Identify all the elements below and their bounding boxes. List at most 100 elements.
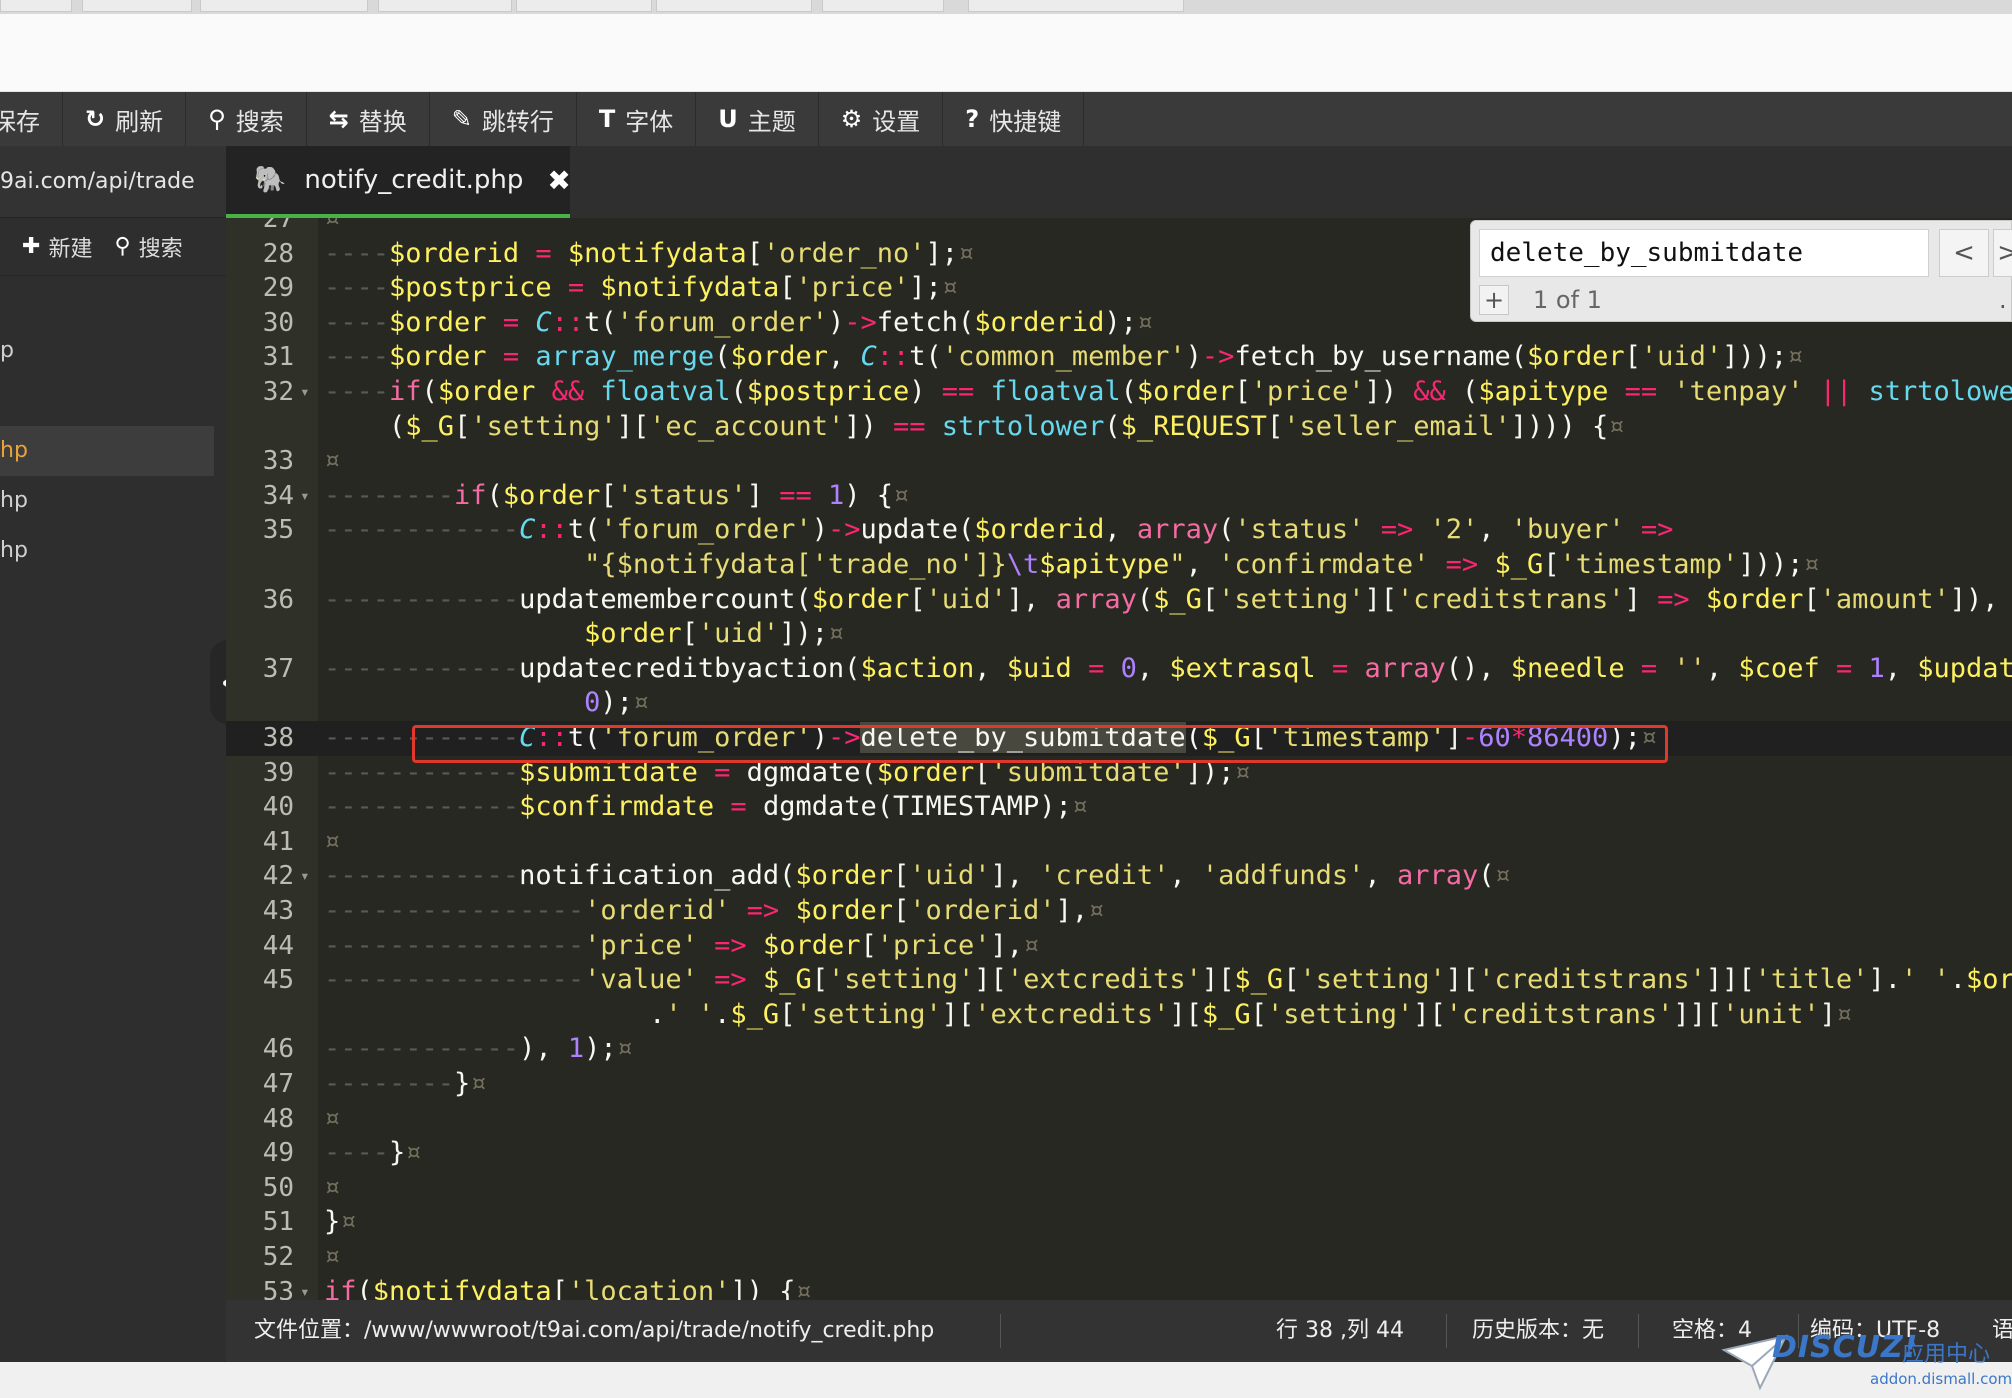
code-text: ¤ (324, 218, 341, 234)
watermark-cn: 应用中心 (1902, 1342, 1991, 1367)
file-list-item[interactable] (0, 276, 226, 326)
code-line[interactable]: 36 ------------updatemembercount($order['… (226, 583, 2012, 618)
code-text: ----$order = array_merge($order, C::t('c… (324, 341, 1804, 373)
code-line[interactable]: 44 ----------------'price' => $order['pri… (226, 929, 2012, 964)
bottom-strip (0, 1362, 2012, 1398)
code-line[interactable]: 40 ------------$confirmdate = dgmdate(TIM… (226, 790, 2012, 825)
file-list-item-active[interactable]: hp (0, 426, 214, 476)
tab-filename: notify_credit.php (304, 165, 524, 195)
code-text: ----$orderid = $notifydata['order_no'];¤ (324, 237, 975, 269)
line-number: 31 (262, 342, 294, 373)
code-text: ($_G['setting']['ec_account']) == strtol… (324, 410, 1625, 442)
file-list-item[interactable]: p (0, 326, 226, 376)
browser-tab[interactable] (82, 0, 192, 12)
code-text: }¤ (324, 1206, 357, 1238)
search-match-highlight (412, 725, 1668, 763)
line-number: 40 (262, 792, 294, 823)
browser-tab[interactable] (656, 0, 812, 12)
code-line[interactable]: 43 ----------------'orderid' => $order['o… (226, 894, 2012, 929)
code-line[interactable]: 37 ------------updatecreditbyaction($acti… (226, 652, 2012, 687)
text-height-icon: T (598, 105, 616, 133)
browser-tab[interactable] (516, 0, 652, 12)
code-line[interactable]: 50 ¤ (226, 1171, 2012, 1206)
code-line[interactable]: 42 ▾ ------------notification_add($order['… (226, 859, 2012, 894)
settings-button[interactable]: ⚙ 设置 (819, 92, 944, 146)
find-prev-button[interactable]: < (1939, 229, 1989, 277)
find-input[interactable]: delete_by_submitdate (1479, 229, 1929, 277)
find-more-button[interactable]: . (1999, 285, 2007, 315)
line-number: 42 (262, 861, 294, 892)
retweet-icon: ⇆ (328, 105, 349, 133)
line-number: 41 (262, 826, 294, 857)
find-next-button[interactable]: > (1993, 229, 2012, 277)
cursor-position[interactable]: 行 38 ,列 44 (1276, 1300, 1404, 1362)
line-number: 28 (262, 238, 294, 269)
code-line[interactable]: $order['uid']);¤ (226, 617, 2012, 652)
sidebar-search-button[interactable]: ⚲ 搜索 (114, 231, 182, 263)
code-line[interactable]: 41 ¤ (226, 825, 2012, 860)
new-file-button[interactable]: ✚ 新建 (22, 231, 92, 263)
code-text: ----------------'orderid' => $order['ord… (324, 895, 1105, 926)
sidebar-path: 9ai.com/api/trade (0, 146, 226, 218)
code-line[interactable]: 52 ¤ (226, 1240, 2012, 1275)
font-button[interactable]: T 字体 (577, 92, 697, 146)
goto-line-button[interactable]: ✎ 跳转行 (430, 92, 577, 146)
theme-button[interactable]: U 主题 (696, 92, 819, 146)
refresh-button[interactable]: ↻ 刷新 (63, 92, 187, 146)
file-list-item[interactable]: hp (0, 526, 226, 576)
code-line[interactable]: 53 ▾ if($notifydata['location']) {¤ (226, 1275, 2012, 1300)
close-tab-icon[interactable]: ✖ (547, 164, 570, 197)
code-line[interactable]: 32 ▾ ----if($order && floatval($postprice)… (226, 375, 2012, 410)
browser-tab[interactable] (378, 0, 512, 12)
search-button[interactable]: ⚲ 搜索 (186, 92, 307, 146)
line-number: 36 (262, 584, 294, 615)
sidebar-actions: ✚ 新建 ⚲ 搜索 (0, 218, 226, 276)
code-line[interactable]: 49 ----}¤ (226, 1136, 2012, 1171)
code-text: ¤ (324, 1102, 341, 1134)
find-options-toggle[interactable]: + (1479, 285, 1509, 315)
save-button[interactable]: 保存 (0, 92, 63, 146)
code-line[interactable]: 47 --------}¤ (226, 1067, 2012, 1102)
shortcuts-button[interactable]: ? 快捷键 (943, 92, 1085, 146)
code-line[interactable]: 34 ▾ --------if($order['status'] == 1) {¤ (226, 479, 2012, 514)
code-line[interactable]: 0);¤ (226, 686, 2012, 721)
tab-notify-credit[interactable]: 🐘 notify_credit.php ✖ (226, 146, 571, 218)
line-number: 47 (262, 1069, 294, 1099)
browser-tab[interactable] (968, 0, 1184, 12)
line-number: 29 (262, 273, 294, 304)
code-line[interactable]: .' '.$_G['setting']['extcredits'][$_G['s… (226, 998, 2012, 1033)
refresh-label: 刷新 (115, 107, 164, 136)
code-text: ----if($order && floatval($postprice) ==… (324, 376, 2012, 407)
browser-tab[interactable] (0, 0, 72, 12)
fold-arrow-icon[interactable]: ▾ (300, 1275, 310, 1300)
fold-arrow-icon[interactable]: ▾ (300, 479, 310, 514)
code-line[interactable]: "{$notifydata['trade_no']}\t$apitype", '… (226, 548, 2012, 583)
file-list-item[interactable]: hp (0, 476, 226, 526)
code-line[interactable]: 51}¤ (226, 1205, 2012, 1240)
code-line[interactable]: 33 ¤ (226, 444, 2012, 479)
code-text: ¤ (324, 825, 341, 857)
code-line[interactable]: ($_G['setting']['ec_account']) == strtol… (226, 410, 2012, 445)
history-version[interactable]: 历史版本：无 (1472, 1300, 1604, 1362)
browser-tab[interactable] (822, 0, 944, 12)
line-number: 50 (262, 1172, 294, 1203)
code-line[interactable]: 48 ¤ (226, 1102, 2012, 1137)
fold-arrow-icon[interactable]: ▾ (300, 859, 310, 894)
code-text: ------------$confirmdate = dgmdate(TIMES… (324, 791, 1089, 823)
find-match-count: 1 of 1 (1533, 286, 1602, 314)
code-text: ------------updatemembercount($order['ui… (324, 583, 2012, 615)
code-line[interactable]: 35 ------------C::t('forum_order')->updat… (226, 513, 2012, 548)
replace-button[interactable]: ⇆ 替换 (307, 92, 430, 146)
file-list-item[interactable] (0, 376, 226, 426)
code-line[interactable]: 45 ----------------'value' => $_G['settin… (226, 963, 2012, 998)
line-number: 27 (262, 218, 294, 234)
file-location: 文件位置：/www/wwwroot/t9ai.com/api/trade/not… (254, 1318, 935, 1343)
code-text: --------if($order['status'] == 1) {¤ (324, 479, 910, 511)
file-list: p hp hp hp (0, 276, 226, 576)
fold-arrow-icon[interactable]: ▾ (300, 375, 310, 410)
code-line[interactable]: 46 ------------), 1);¤ (226, 1032, 2012, 1067)
code-text: ¤ (324, 445, 341, 477)
code-line[interactable]: 31 ----$order = array_merge($order, C::t(… (226, 340, 2012, 375)
browser-tab[interactable] (200, 0, 368, 12)
code-text: --------}¤ (324, 1068, 487, 1099)
